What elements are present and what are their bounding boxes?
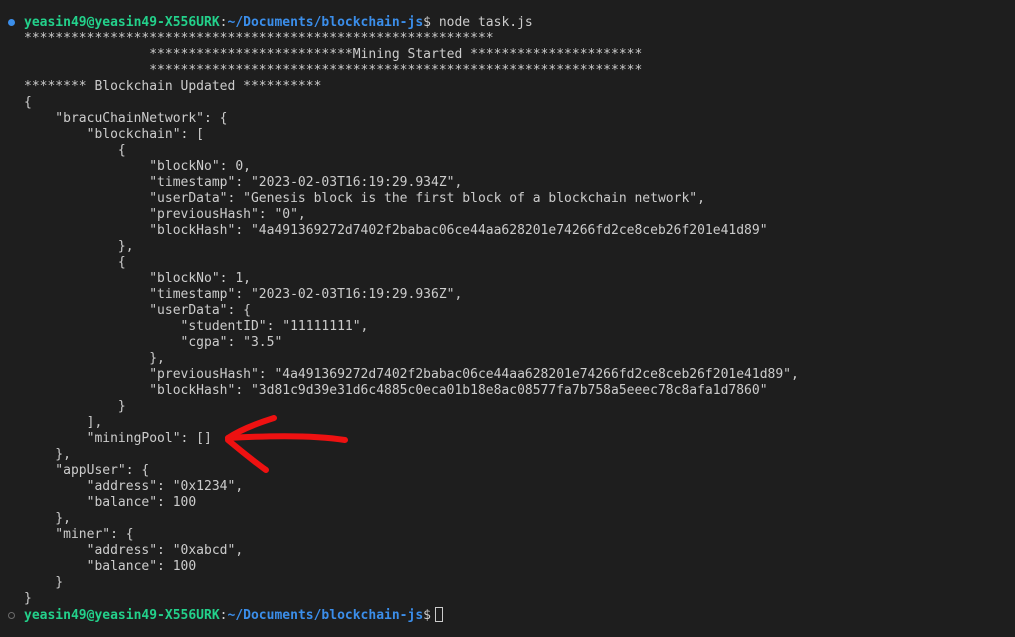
arrow-head-lower <box>225 437 269 473</box>
terminal-window[interactable]: yeasin49@yeasin49-X556URK:~/Documents/bl… <box>0 0 1015 637</box>
arrow-shaft <box>225 433 348 443</box>
red-arrow-annotation-icon <box>225 415 348 473</box>
